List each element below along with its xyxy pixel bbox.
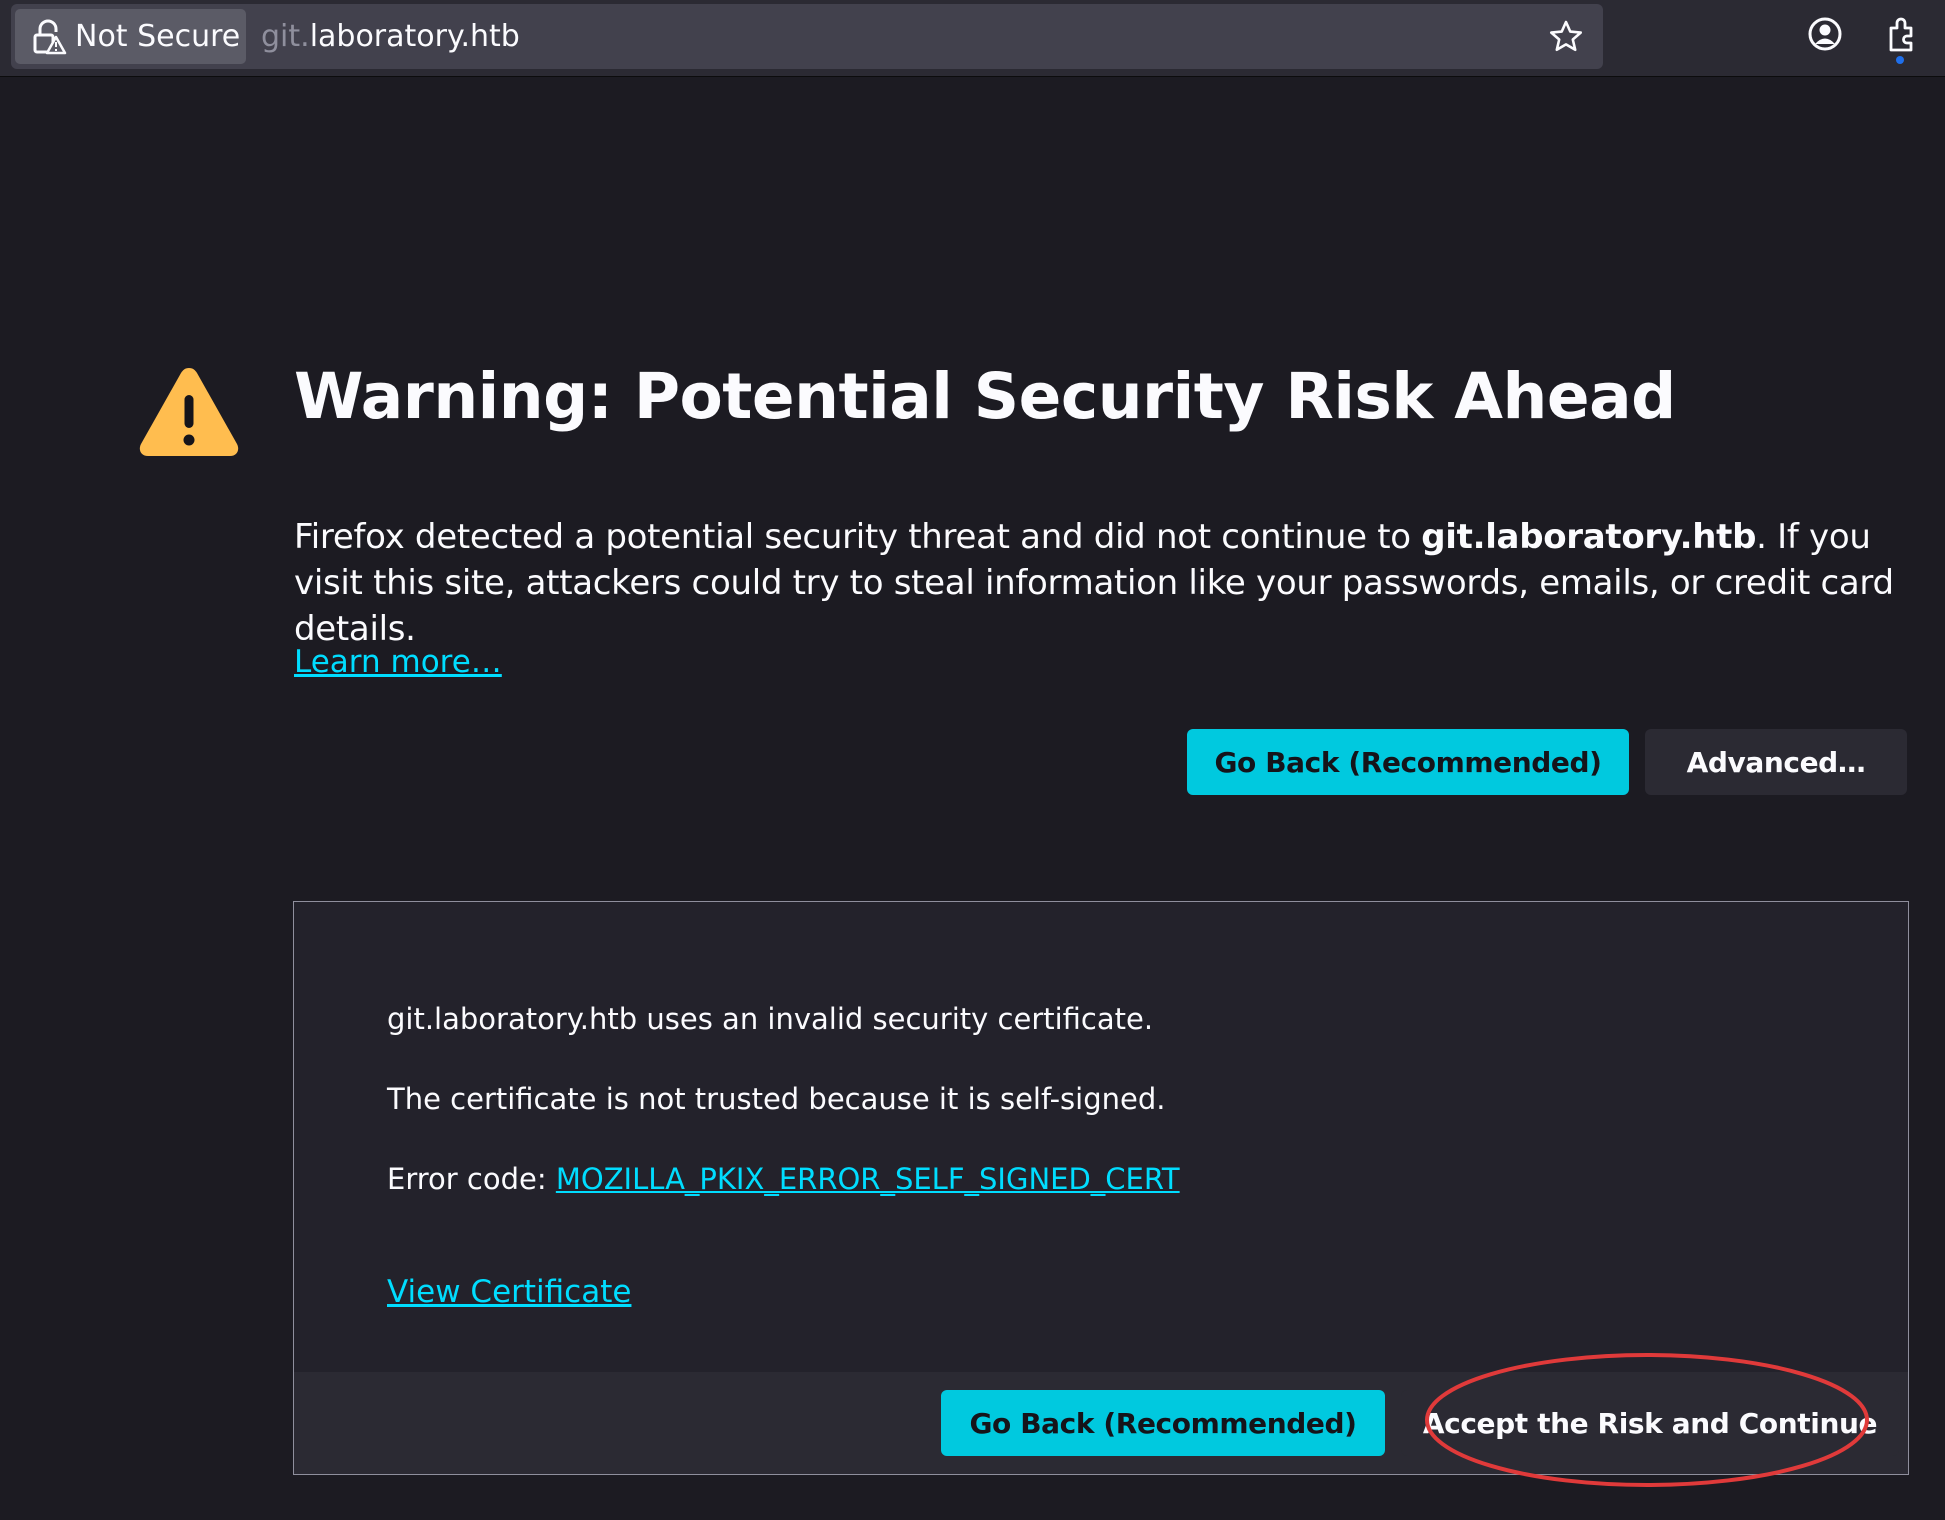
url-host: laboratory.htb xyxy=(309,19,520,54)
go-back-button-advanced[interactable]: Go Back (Recommended) xyxy=(941,1390,1385,1456)
account-icon xyxy=(1808,17,1842,51)
advanced-panel: git.laboratory.htb uses an invalid secur… xyxy=(293,901,1909,1475)
star-icon xyxy=(1550,20,1582,52)
site-identity-button[interactable]: Not Secure xyxy=(15,9,246,64)
extensions-badge-dot xyxy=(1896,56,1904,64)
invalid-cert-text: git.laboratory.htb uses an invalid secur… xyxy=(387,1002,1154,1036)
error-code-link[interactable]: MOZILLA_PKIX_ERROR_SELF_SIGNED_CERT xyxy=(556,1162,1180,1196)
intro-host: git.laboratory.htb xyxy=(1421,517,1757,557)
advanced-button[interactable]: Advanced… xyxy=(1645,729,1907,795)
extensions-icon xyxy=(1889,17,1913,52)
page-title: Warning: Potential Security Risk Ahead xyxy=(294,360,1676,433)
error-code-line: Error code: MOZILLA_PKIX_ERROR_SELF_SIGN… xyxy=(387,1162,1180,1196)
view-certificate-link[interactable]: View Certificate xyxy=(387,1274,631,1310)
extensions-button[interactable] xyxy=(1882,14,1922,54)
url-text[interactable]: git. laboratory.htb xyxy=(261,4,520,69)
warning-triangle-icon xyxy=(139,368,239,456)
cert-reason-text: The certificate is not trusted because i… xyxy=(387,1082,1166,1116)
advanced-panel-footer: Go Back (Recommended) Accept the Risk an… xyxy=(294,1372,1908,1474)
bookmark-button[interactable] xyxy=(1546,17,1586,57)
account-button[interactable] xyxy=(1805,14,1845,54)
url-prefix: git. xyxy=(261,19,310,54)
learn-more-link[interactable]: Learn more… xyxy=(294,644,502,680)
accept-risk-button[interactable]: Accept the Risk and Continue xyxy=(1401,1390,1899,1456)
browser-toolbar: Not Secure git. laboratory.htb xyxy=(0,0,1945,77)
intro-text-start: Firefox detected a potential security th… xyxy=(294,517,1422,557)
error-code-label: Error code: xyxy=(387,1162,556,1196)
intro-text: Firefox detected a potential security th… xyxy=(294,514,1909,652)
lock-warning-icon xyxy=(33,19,67,54)
url-bar[interactable]: Not Secure git. laboratory.htb xyxy=(11,4,1603,69)
not-secure-label: Not Secure xyxy=(75,19,241,54)
go-back-button[interactable]: Go Back (Recommended) xyxy=(1187,729,1629,795)
